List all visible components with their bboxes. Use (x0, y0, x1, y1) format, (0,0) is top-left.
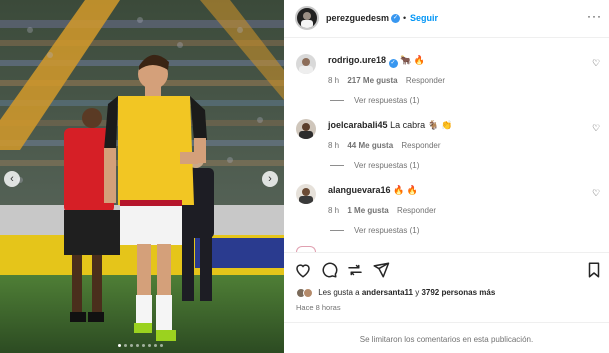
carousel-dot (136, 344, 139, 347)
verified-badge-icon: ✓ (391, 14, 400, 23)
comment-likes[interactable]: 217 Me gusta (347, 76, 397, 85)
comment-time: 8 h (328, 76, 340, 85)
comment-meta: 8 h 1 Me gusta Responder (328, 206, 442, 215)
comments-limited-notice: Se limitaron los comentarios en esta pub… (359, 335, 534, 344)
separator-dot: • (403, 13, 407, 23)
save-bookmark-icon[interactable] (585, 261, 603, 279)
comment-likes[interactable]: 1 Me gusta (347, 206, 388, 215)
share-send-icon[interactable] (372, 261, 390, 279)
comment-item: joelcarabali45 La cabra 🐐 👏 8 h 44 Me gu… (284, 113, 609, 173)
post-header: perezguedesm ✓ • Seguir ··· (284, 0, 609, 38)
comment-meta: 8 h 217 Me gusta Responder (328, 76, 451, 85)
liker-avatar (303, 288, 313, 298)
author-avatar[interactable] (295, 6, 319, 30)
post-timestamp[interactable]: Hace 8 horas (296, 303, 341, 312)
comment-text: La cabra 🐐 👏 (390, 120, 453, 130)
comment-text-line: joelcarabali45 La cabra 🐐 👏 (328, 120, 453, 131)
carousel-dot (142, 344, 145, 347)
repost-icon[interactable] (346, 261, 364, 279)
carousel-dot (130, 344, 133, 347)
view-replies-button[interactable]: Ver respuestas (1) (330, 161, 419, 170)
commenter-avatar[interactable] (296, 184, 316, 204)
instagram-post-modal: ‹ › perezguedesm ✓ • Seguir ··· rodrigo.… (0, 0, 609, 353)
chevron-right-icon: › (268, 172, 272, 185)
follow-button[interactable]: Seguir (410, 13, 438, 23)
carousel-dot (148, 344, 151, 347)
photo-illustration (0, 0, 284, 353)
likes-summary[interactable]: Les gusta a andersanta11 y 3792 personas… (296, 288, 495, 298)
comment-text-line: rodrigo.ure18 ✓ 🐂 🔥 (328, 55, 425, 68)
view-replies-button[interactable]: Ver respuestas (1) (330, 96, 419, 105)
reply-button[interactable]: Responder (397, 206, 436, 215)
comment-likes[interactable]: 44 Me gusta (347, 141, 393, 150)
likes-prefix: Les gusta a (318, 288, 360, 298)
like-comment-heart-icon[interactable]: ♡ (592, 58, 600, 69)
like-comment-heart-icon[interactable]: ♡ (592, 123, 600, 134)
divider-line (330, 165, 344, 167)
post-side-panel: perezguedesm ✓ • Seguir ··· rodrigo.ure1… (284, 0, 609, 353)
comment-time: 8 h (328, 206, 340, 215)
next-photo-button[interactable]: › (262, 171, 278, 187)
comment-item: alanguevara16 🔥 🔥 8 h 1 Me gusta Respond… (284, 178, 609, 238)
comment-text-line: alanguevara16 🔥 🔥 (328, 185, 418, 196)
comment-text: 🐂 🔥 (400, 55, 425, 65)
carousel-dot (160, 344, 163, 347)
comment-meta: 8 h 44 Me gusta Responder (328, 141, 447, 150)
chevron-left-icon: ‹ (10, 172, 14, 185)
reply-button[interactable]: Responder (406, 76, 445, 85)
action-bar (284, 252, 609, 286)
commenter-username[interactable]: rodrigo.ure18 (328, 55, 386, 65)
likes-connector: y (415, 288, 420, 298)
comment-bubble-icon[interactable] (320, 261, 338, 279)
divider-line (330, 230, 344, 232)
liker-username[interactable]: andersanta11 (362, 288, 413, 297)
post-photo[interactable]: ‹ › (0, 0, 284, 353)
view-replies-label: Ver respuestas (1) (354, 226, 420, 235)
reply-button[interactable]: Responder (401, 141, 440, 150)
divider-line (330, 100, 344, 102)
commenter-avatar[interactable] (296, 54, 316, 74)
comments-limited-footer: Se limitaron los comentarios en esta pub… (284, 322, 609, 353)
commenter-avatar[interactable] (296, 119, 316, 139)
commenter-username[interactable]: joelcarabali45 (328, 120, 388, 130)
view-replies-label: Ver respuestas (1) (354, 96, 420, 105)
author-username[interactable]: perezguedesm (326, 13, 389, 23)
more-options-icon[interactable]: ··· (587, 9, 602, 23)
likes-others[interactable]: 3792 personas más (421, 288, 495, 297)
carousel-dots (118, 344, 163, 347)
carousel-dot (118, 344, 121, 347)
like-comment-heart-icon[interactable]: ♡ (592, 188, 600, 199)
comment-text: 🔥 🔥 (393, 185, 418, 195)
carousel-dot (124, 344, 127, 347)
carousel-dot (154, 344, 157, 347)
commenter-username[interactable]: alanguevara16 (328, 185, 391, 195)
like-heart-icon[interactable] (294, 261, 312, 279)
view-replies-button[interactable]: Ver respuestas (1) (330, 226, 419, 235)
comment-item: rodrigo.ure18 ✓ 🐂 🔥 8 h 217 Me gusta Res… (284, 48, 609, 108)
comment-time: 8 h (328, 141, 340, 150)
previous-photo-button[interactable]: ‹ (4, 171, 20, 187)
view-replies-label: Ver respuestas (1) (354, 161, 420, 170)
verified-badge-icon: ✓ (388, 59, 398, 68)
